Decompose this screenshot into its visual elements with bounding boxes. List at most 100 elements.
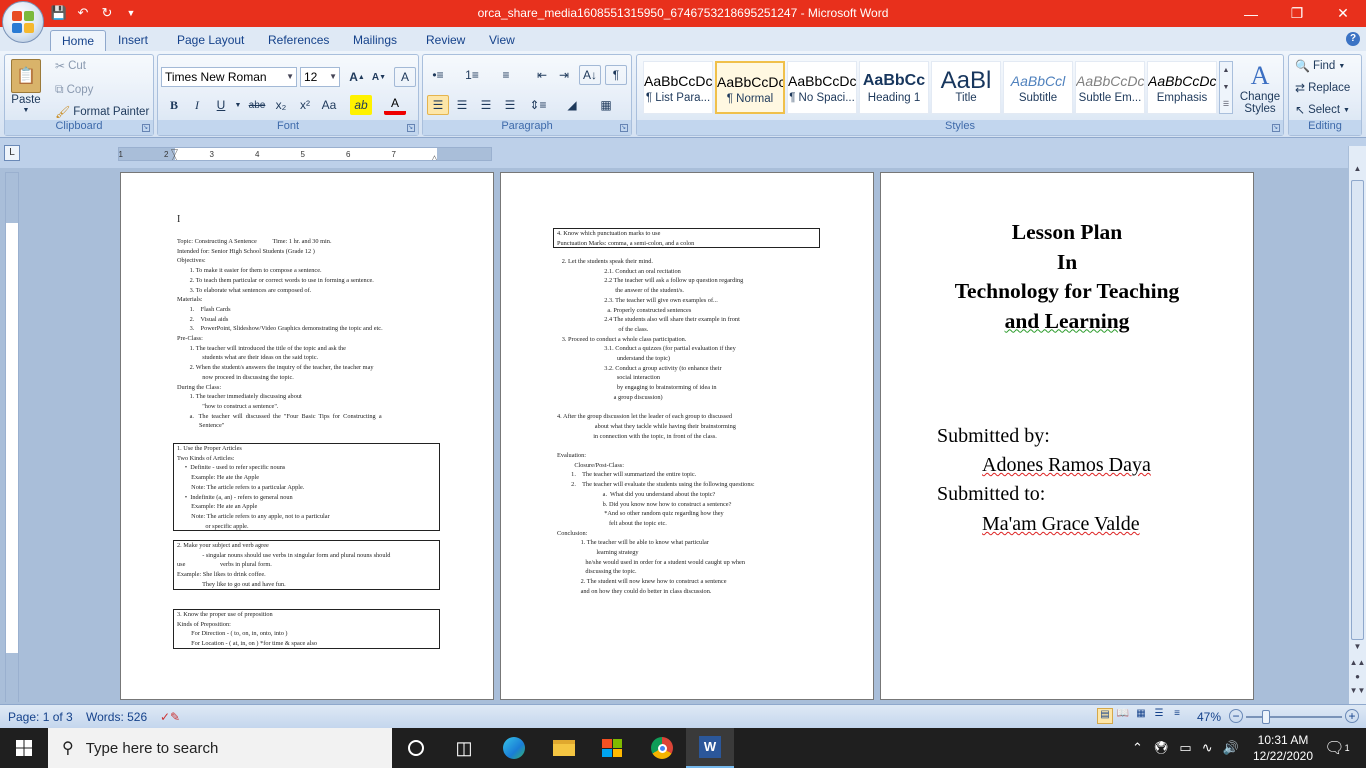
format-painter-button[interactable]: 🖌 Format Painter [55, 105, 149, 119]
page-3[interactable]: Lesson Plan In Technology for Teaching a… [880, 172, 1254, 700]
style-tile[interactable]: AaBbCcDc ¶ List Para... [643, 61, 713, 114]
copy-button[interactable]: ⧉ Copy [55, 82, 93, 97]
scroll-up-icon[interactable]: ▲ [1349, 164, 1366, 178]
style-tile[interactable]: AaBbCcDc Subtle Em... [1075, 61, 1145, 114]
find-button[interactable]: 🔍 Find ▼ [1295, 59, 1345, 73]
tab-home[interactable]: Home [50, 30, 107, 51]
horizontal-ruler[interactable]: 1234567 ▽ △ △ [118, 147, 492, 161]
select-button[interactable]: ↖ Select ▼ [1295, 103, 1350, 117]
style-tile[interactable]: AaBbCc Heading 1 [859, 61, 929, 114]
multilevel-list-icon[interactable]: ≡ [495, 65, 517, 85]
page-2[interactable]: 4. Know which punctuation marks to use Pu… [500, 172, 874, 700]
style-tile[interactable]: AaBl Title [931, 61, 1001, 114]
tab-insert[interactable]: Insert [107, 30, 159, 51]
browse-object-icon[interactable]: ● [1349, 672, 1366, 686]
gallery-scroll[interactable]: ▲ ▼ ☰ [1219, 61, 1233, 114]
help-icon[interactable]: ? [1346, 32, 1360, 46]
file-explorer-icon[interactable] [540, 728, 588, 768]
clock[interactable]: 10:31 AM 12/22/2020 [1252, 728, 1314, 768]
task-view-icon[interactable]: ◫ [440, 728, 488, 768]
edge-icon[interactable] [490, 728, 538, 768]
taskbar-search[interactable]: ⚲ Type here to search [48, 728, 392, 768]
chevron-up-icon[interactable]: ⌃ [1132, 740, 1143, 756]
paragraph-launcher-icon[interactable]: ↘ [620, 124, 628, 132]
borders-icon[interactable]: ▦ [595, 95, 617, 115]
page-1[interactable]: I Topic: Constructing A Sentence Time: 1… [120, 172, 494, 700]
cortana-icon[interactable] [392, 728, 440, 768]
office-button[interactable] [2, 1, 44, 43]
document-area[interactable]: I Topic: Constructing A Sentence Time: 1… [24, 168, 1346, 704]
store-icon[interactable] [588, 728, 636, 768]
zoom-slider[interactable] [1246, 710, 1342, 724]
right-indent-marker[interactable]: △ [431, 153, 438, 160]
zoom-in-icon[interactable]: + [1345, 709, 1359, 723]
start-button[interactable] [0, 728, 48, 768]
web-layout-icon[interactable]: ▦ [1133, 708, 1149, 724]
network-device-icon[interactable]: 🖲 [1153, 740, 1170, 756]
outline-icon[interactable]: ☰ [1151, 708, 1167, 724]
bold-button[interactable]: B [163, 95, 185, 115]
italic-button[interactable]: I [186, 95, 208, 115]
print-layout-icon[interactable]: ▤ [1097, 708, 1113, 724]
font-size-combo[interactable]: 12 ▼ [300, 67, 340, 87]
word-count[interactable]: Words: 526 [86, 710, 147, 724]
chrome-icon[interactable] [638, 728, 686, 768]
paste-button[interactable]: 📋 Paste ▼ [11, 59, 41, 114]
strikethrough-button[interactable]: abe [246, 95, 268, 115]
sort-icon[interactable]: A↓ [579, 65, 601, 85]
scroll-down-icon[interactable]: ▼ [1349, 642, 1366, 656]
tab-page-layout[interactable]: Page Layout [166, 30, 255, 51]
styles-launcher-icon[interactable]: ↘ [1272, 124, 1280, 132]
tab-mailings[interactable]: Mailings [342, 30, 408, 51]
left-indent-marker[interactable]: △ [171, 153, 178, 160]
font-launcher-icon[interactable]: ↘ [407, 124, 415, 132]
numbering-icon[interactable]: 1≡ [461, 65, 483, 85]
font-color-button[interactable]: A [384, 95, 406, 115]
volume-icon[interactable]: 🔊 [1223, 740, 1239, 756]
next-page-icon[interactable]: ▼▼ [1349, 686, 1366, 700]
proofing-icon[interactable]: ✓✎ [160, 710, 180, 724]
superscript-button[interactable]: x² [294, 95, 316, 115]
restore-button[interactable]: ❐ [1274, 0, 1320, 27]
word-taskbar-icon[interactable]: W [686, 728, 734, 768]
align-left-icon[interactable]: ☰ [427, 95, 449, 115]
scroll-thumb[interactable] [1351, 180, 1364, 640]
style-tile[interactable]: AaBbCcDc Emphasis [1147, 61, 1217, 114]
page-count[interactable]: Page: 1 of 3 [8, 710, 73, 724]
vertical-ruler[interactable] [5, 172, 19, 703]
previous-page-icon[interactable]: ▲▲ [1349, 658, 1366, 672]
increase-indent-icon[interactable]: ⇥ [553, 65, 575, 85]
vertical-scrollbar[interactable]: ▲ ▼ ▲▲ ● ▼▼ [1348, 146, 1366, 704]
clear-formatting-icon[interactable]: A [394, 67, 416, 87]
subscript-button[interactable]: x₂ [270, 95, 292, 115]
minimize-button[interactable]: — [1228, 0, 1274, 27]
notifications-icon[interactable]: 🗨 1 [1322, 728, 1352, 768]
line-spacing-icon[interactable]: ⇕≡ [527, 95, 549, 115]
bullets-icon[interactable]: •≡ [427, 65, 449, 85]
change-styles-button[interactable]: A Change Styles [1237, 61, 1283, 116]
change-case-button[interactable]: Aa [318, 95, 340, 115]
tab-references[interactable]: References [257, 30, 340, 51]
tab-review[interactable]: Review [415, 30, 476, 51]
tab-view[interactable]: View [478, 30, 526, 51]
justify-icon[interactable]: ☰ [499, 95, 521, 115]
grow-font-icon[interactable]: A ▲ [346, 67, 368, 87]
align-right-icon[interactable]: ☰ [475, 95, 497, 115]
zoom-slider-thumb[interactable] [1261, 710, 1270, 724]
underline-button[interactable]: U [210, 95, 232, 115]
wifi-icon[interactable]: ∿ [1202, 740, 1213, 756]
close-button[interactable]: ✕ [1320, 0, 1366, 27]
decrease-indent-icon[interactable]: ⇤ [531, 65, 553, 85]
battery-icon[interactable]: ▭ [1179, 740, 1191, 756]
highlight-button[interactable]: ab [350, 95, 372, 115]
zoom-out-icon[interactable]: − [1229, 709, 1243, 723]
replace-button[interactable]: ⇄ Replace [1295, 81, 1350, 95]
draft-icon[interactable]: ≡ [1169, 708, 1185, 724]
underline-dropdown-icon[interactable]: ▼ [234, 95, 242, 115]
shading-icon[interactable]: ◢ [561, 95, 583, 115]
full-screen-reading-icon[interactable]: 📖 [1115, 708, 1131, 724]
zoom-level[interactable]: 47% [1197, 710, 1221, 724]
clipboard-launcher-icon[interactable]: ↘ [142, 124, 150, 132]
align-center-icon[interactable]: ☰ [451, 95, 473, 115]
font-name-combo[interactable]: Times New Roman ▼ [161, 67, 297, 87]
